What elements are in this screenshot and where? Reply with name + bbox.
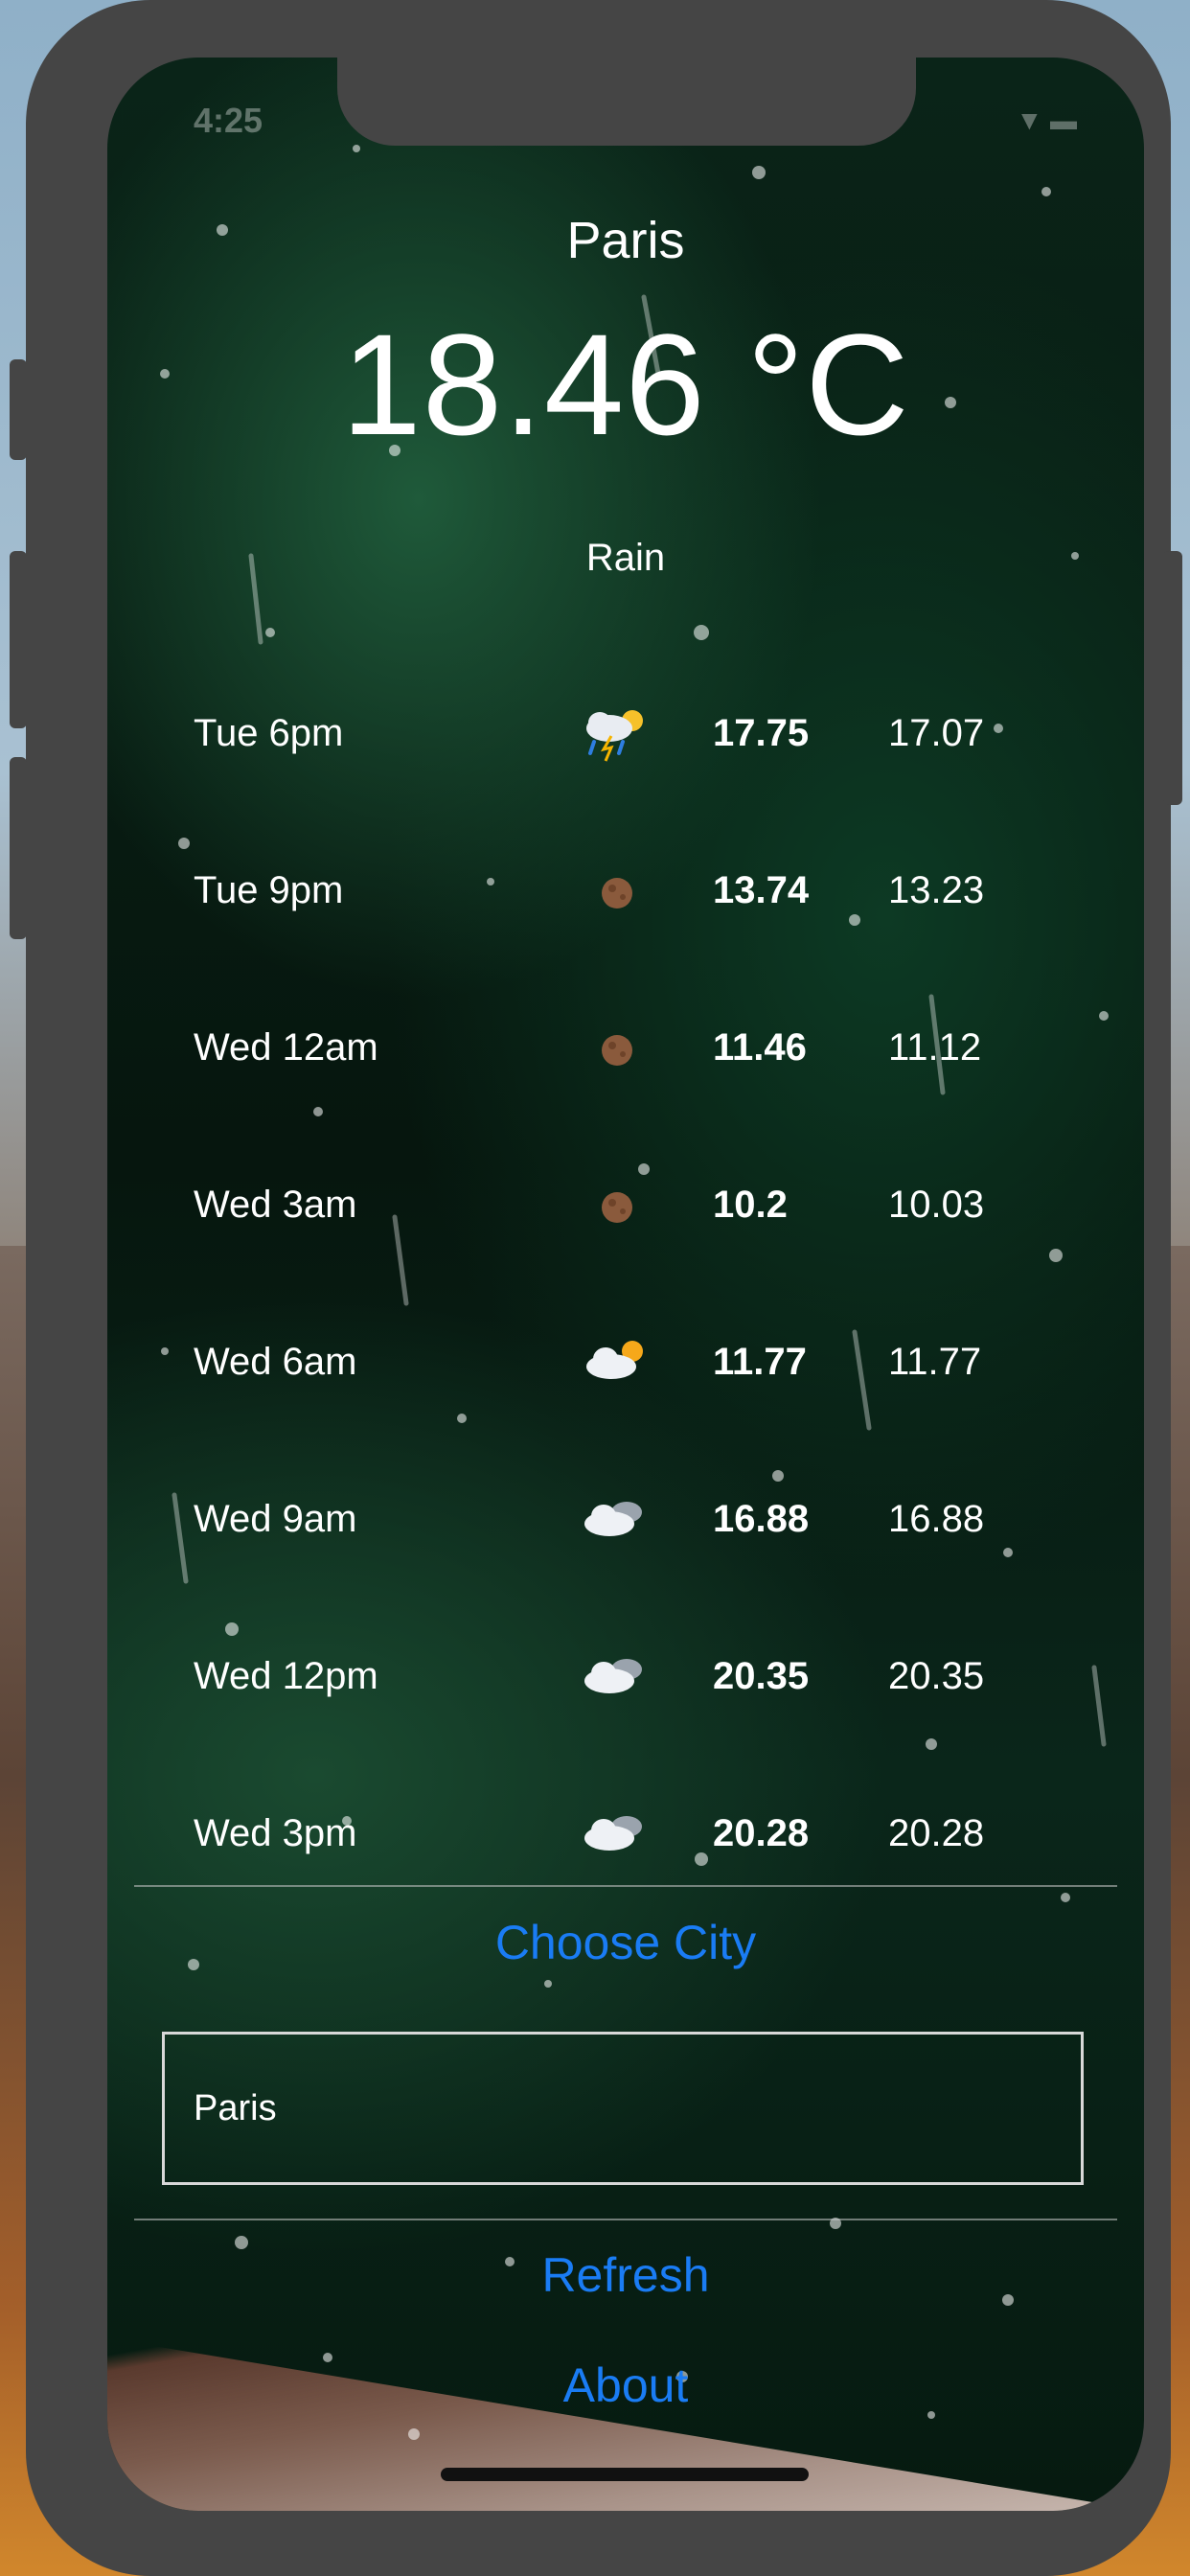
- about-button[interactable]: About: [107, 2358, 1144, 2413]
- forecast-low: 10.03: [888, 1184, 985, 1226]
- forecast-row: Wed 9am 16.88 16.88: [107, 1485, 1144, 1643]
- forecast-row: Wed 12pm 20.35 20.35: [107, 1643, 1144, 1800]
- forecast-time: Tue 6pm: [194, 712, 344, 754]
- city-input-field[interactable]: [162, 2032, 1084, 2185]
- status-bar-icons: ▼ ▬: [1017, 105, 1078, 136]
- forecast-high: 20.35: [713, 1655, 810, 1697]
- app-screen: 4:25 ▼ ▬ Paris 18.46 °C Rain Tue 6pm 17.…: [107, 58, 1144, 2511]
- refresh-button[interactable]: Refresh: [107, 2247, 1144, 2303]
- forecast-time: Tue 9pm: [194, 869, 344, 911]
- moon-icon: [602, 1192, 632, 1223]
- divider: [134, 1885, 1117, 1887]
- forecast-time: Wed 3pm: [194, 1812, 357, 1854]
- forecast-high: 20.28: [713, 1812, 810, 1854]
- battery-icon: ▬: [1050, 105, 1077, 135]
- forecast-row: Tue 6pm 17.75 17.07: [107, 700, 1144, 857]
- forecast-low: 11.77: [888, 1341, 982, 1383]
- forecast-low: 20.35: [888, 1655, 985, 1697]
- home-indicator[interactable]: [441, 2468, 809, 2481]
- cloud-icon: [584, 1502, 642, 1536]
- forecast-high: 13.74: [713, 869, 810, 911]
- forecast-low: 17.07: [888, 712, 985, 754]
- forecast-time: Wed 12pm: [194, 1655, 378, 1697]
- moon-icon: [602, 878, 632, 908]
- weather-description: Rain: [585, 537, 666, 579]
- cloud-icon: [584, 1816, 642, 1851]
- forecast-high: 11.46: [713, 1026, 807, 1069]
- city-name: Paris: [566, 212, 685, 269]
- divider: [134, 2219, 1117, 2220]
- volume-up-button: [10, 551, 27, 728]
- forecast-time: Wed 12am: [194, 1026, 378, 1069]
- forecast-row: Wed 3am 10.2 10.03: [107, 1171, 1144, 1328]
- volume-down-button: [10, 757, 27, 939]
- choose-city-button[interactable]: Choose City: [107, 1915, 1144, 1970]
- silent-switch: [10, 359, 27, 460]
- current-temperature: 18.46 °C: [341, 304, 910, 465]
- wifi-icon: ▼: [1016, 105, 1043, 135]
- forecast-time: Wed 3am: [194, 1184, 357, 1226]
- forecast-low: 11.12: [888, 1026, 982, 1069]
- thunderstorm-rain-sun-icon: [586, 710, 643, 762]
- forecast-high: 10.2: [713, 1184, 788, 1226]
- cloud-sun-icon: [586, 1341, 643, 1379]
- cloud-icon: [584, 1659, 642, 1693]
- forecast-time: Wed 9am: [194, 1498, 357, 1540]
- forecast-high: 17.75: [713, 712, 810, 754]
- forecast-list: Tue 6pm 17.75 17.07 Tue 9pm 13.74 13.23 …: [107, 700, 1144, 1957]
- forecast-high: 11.77: [713, 1341, 807, 1383]
- forecast-low: 20.28: [888, 1812, 985, 1854]
- forecast-row: Wed 12am 11.46 11.12: [107, 1014, 1144, 1171]
- forecast-low: 13.23: [888, 869, 985, 911]
- forecast-row: Tue 9pm 13.74 13.23: [107, 857, 1144, 1014]
- power-button: [1163, 551, 1182, 805]
- device-notch: [337, 58, 916, 146]
- iphone-frame: 4:25 ▼ ▬ Paris 18.46 °C Rain Tue 6pm 17.…: [26, 0, 1171, 2576]
- forecast-time: Wed 6am: [194, 1341, 357, 1383]
- status-bar-time: 4:25: [194, 101, 263, 140]
- forecast-low: 16.88: [888, 1498, 985, 1540]
- forecast-high: 16.88: [713, 1498, 810, 1540]
- forecast-row: Wed 6am 11.77 11.77: [107, 1328, 1144, 1485]
- moon-icon: [602, 1035, 632, 1066]
